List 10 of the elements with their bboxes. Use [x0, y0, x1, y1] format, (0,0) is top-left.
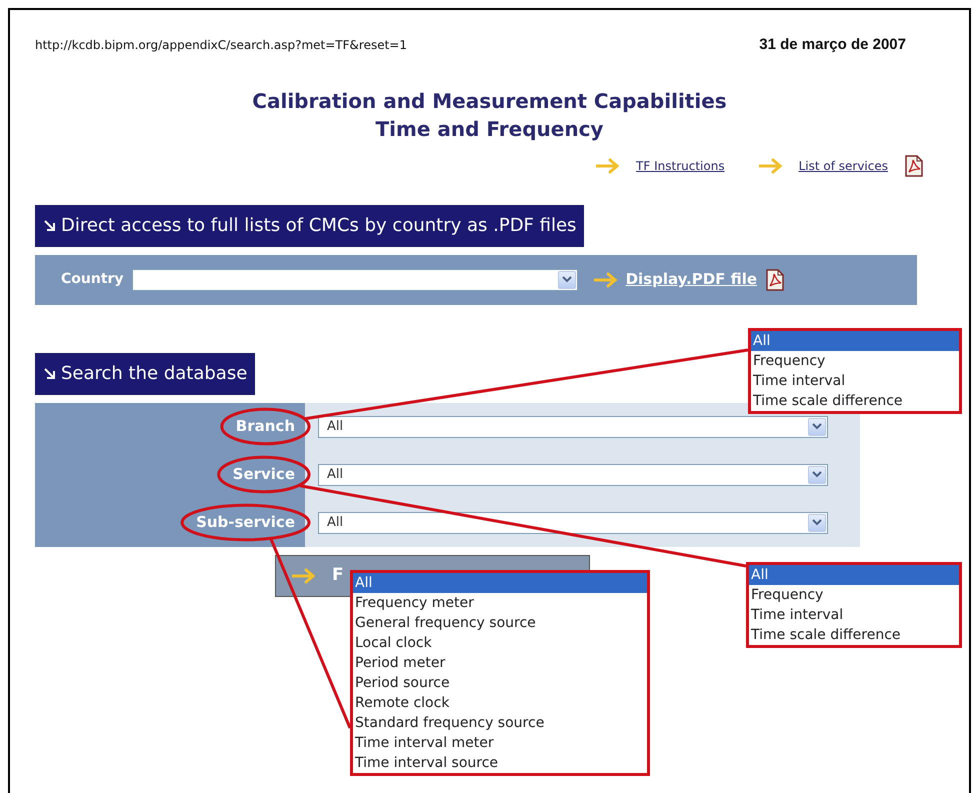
section-heading: Search the database: [35, 352, 256, 394]
page-url: http://kcdb.bipm.org/appendixC/search.asp?met=TF&reset=1: [35, 37, 407, 54]
field-label: Branch: [236, 416, 295, 438]
field-label: Service: [232, 464, 295, 486]
section-heading: Direct access to full lists of CMCs by country as .PDF files: [35, 204, 584, 246]
page-date: 31 de março de 2007: [759, 35, 906, 55]
page-title: Calibration and Measurement Capabilities: [251, 88, 728, 114]
field-label: Sub-service: [196, 512, 295, 534]
field-label: Country: [61, 270, 124, 289]
page-title: Time and Frequency: [374, 116, 604, 142]
